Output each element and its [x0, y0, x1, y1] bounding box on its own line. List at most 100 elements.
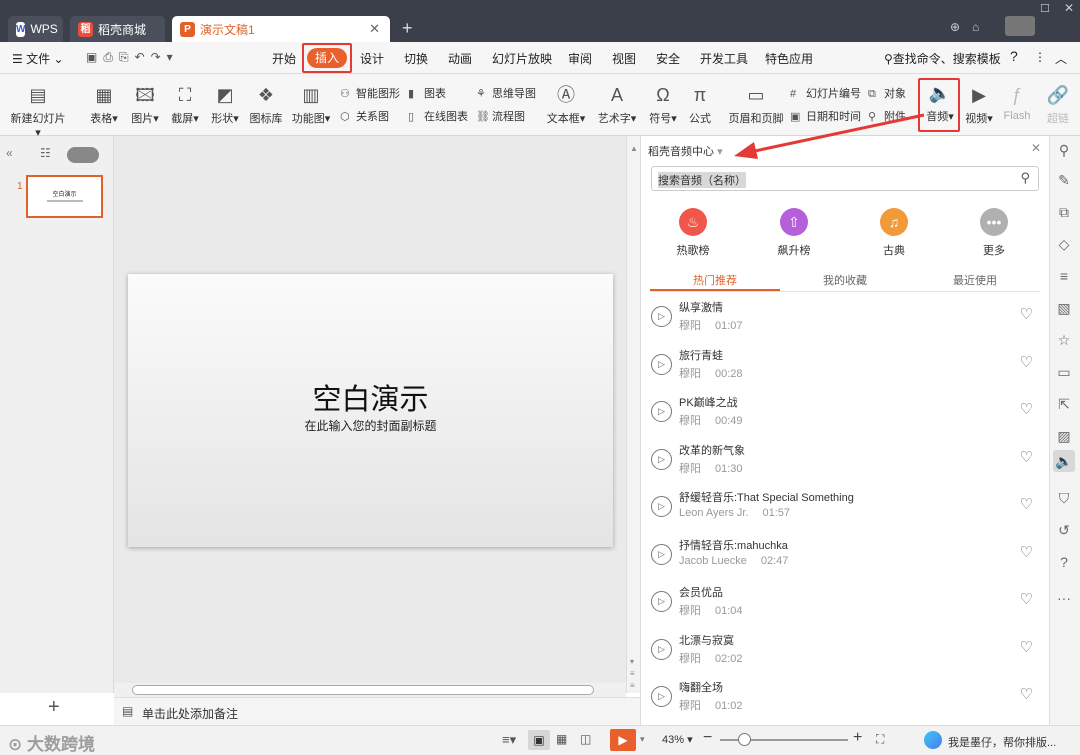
play-icon[interactable]: ▷: [651, 448, 672, 470]
tab-slideshow[interactable]: 幻灯片放映: [492, 50, 552, 67]
normal-view-icon[interactable]: ▣: [528, 730, 550, 750]
heart-icon[interactable]: ♡: [1020, 400, 1033, 418]
symbol-button[interactable]: Ω 符号▾: [647, 84, 679, 126]
hyperlink-button[interactable]: 🔗 超链: [1044, 84, 1072, 126]
zoom-in-icon[interactable]: +: [853, 729, 862, 747]
style-icon[interactable]: ✎: [1056, 172, 1072, 189]
flowchart-button[interactable]: ⛓ 流程图: [476, 108, 525, 124]
horizontal-scrollbar[interactable]: [114, 683, 626, 697]
slide-view-toggle[interactable]: [67, 147, 99, 163]
song-item[interactable]: ▷ 嗨翻全场 穆阳 01:02 ♡: [641, 674, 1041, 721]
notes-area[interactable]: ▤ 单击此处添加备注: [114, 697, 640, 725]
tab-docer-store[interactable]: 稻稻壳商城: [70, 16, 165, 42]
assistant-prompt[interactable]: 我是墨仔，帮你排版...: [948, 734, 1056, 750]
slide-number-button[interactable]: # 幻灯片编号: [790, 85, 861, 101]
classical-category[interactable]: ♫ 古典: [864, 208, 924, 258]
hot-songs-category[interactable]: ♨ 热歌榜: [663, 208, 723, 258]
video-button[interactable]: ▶ 视频▾: [962, 84, 996, 126]
play-icon[interactable]: ▷: [651, 496, 672, 517]
page-nav-icons[interactable]: ▾ ≡ ≡: [630, 656, 635, 692]
rising-category[interactable]: ⇧ 飙升榜: [764, 208, 824, 258]
textbox-button[interactable]: Ⓐ 文本框▾: [545, 84, 587, 126]
slide-title[interactable]: 空白演示: [128, 376, 613, 418]
function-chart-button[interactable]: ▥ 功能图▾: [290, 84, 332, 126]
zoom-slider-thumb[interactable]: [738, 733, 751, 746]
more-icon[interactable]: ⋮: [1034, 50, 1046, 64]
panel-title[interactable]: 稻壳音频中心 ▾: [648, 143, 723, 159]
mind-map-button[interactable]: ⚘ 思维导图: [476, 85, 536, 101]
song-item[interactable]: ▷ 改革的新气象 穆阳 01:30 ♡: [641, 437, 1041, 484]
command-search[interactable]: ⚲查找命令、搜索模板: [884, 50, 1001, 67]
close-window-icon[interactable]: ✕: [1064, 1, 1074, 15]
slide-thumbnail[interactable]: 空白演示: [26, 175, 103, 218]
fit-window-icon[interactable]: ⛶: [876, 732, 884, 747]
vertical-scrollbar[interactable]: ▲ ▾ ≡ ≡: [626, 136, 640, 693]
slide-subtitle[interactable]: 在此输入您的封面副标题: [128, 417, 613, 434]
outline-view-icon[interactable]: ☷: [40, 146, 51, 160]
slide[interactable]: 空白演示 在此输入您的封面副标题: [128, 274, 613, 547]
reading-view-icon[interactable]: ◫: [580, 732, 591, 746]
online-chart-button[interactable]: ▯ 在线图表: [408, 108, 468, 124]
history-icon[interactable]: ↺: [1056, 522, 1072, 539]
notes-toggle-icon[interactable]: ≡▾: [502, 732, 516, 748]
play-icon[interactable]: ▷: [651, 353, 672, 375]
audio-search-input[interactable]: 搜索音频（名称） ⚲: [651, 166, 1039, 191]
new-slide-button[interactable]: ▤ 新建幻灯片▾: [8, 84, 68, 139]
tab-transition[interactable]: 切换: [404, 50, 428, 67]
scroll-up-icon[interactable]: ▲: [630, 144, 638, 153]
table-button[interactable]: ▦ 表格▾: [88, 84, 120, 126]
collapse-panel-icon[interactable]: «: [6, 146, 13, 160]
song-item[interactable]: ▷ PK巅峰之战 穆阳 00:49 ♡: [641, 389, 1041, 436]
tab-security[interactable]: 安全: [656, 50, 680, 67]
layout-icon[interactable]: ▭: [1056, 364, 1072, 381]
sorter-view-icon[interactable]: ▦: [556, 732, 567, 746]
shape-format-icon[interactable]: ◇: [1056, 236, 1072, 253]
star-icon[interactable]: ☆: [1056, 332, 1072, 349]
art-text-button[interactable]: A 艺术字▾: [596, 84, 638, 126]
heart-icon[interactable]: ♡: [1020, 638, 1033, 656]
zoom-out-icon[interactable]: −: [703, 729, 712, 747]
object-button[interactable]: ⧉ 对象: [868, 85, 906, 101]
copy-icon[interactable]: ⧉: [1056, 204, 1072, 221]
quick-access-icons[interactable]: ▣⎙⎘↶↷▾: [86, 50, 179, 65]
close-panel-icon[interactable]: ✕: [1031, 141, 1041, 155]
help-icon[interactable]: ?: [1010, 48, 1018, 64]
shape-button[interactable]: ◩ 形状▾: [208, 84, 242, 126]
song-item[interactable]: ▷ 纵享激情 穆阳 01:07 ♡: [641, 294, 1041, 341]
tab-developer[interactable]: 开发工具: [700, 50, 748, 67]
heart-icon[interactable]: ♡: [1020, 685, 1033, 703]
image-edit-icon[interactable]: ▧: [1056, 300, 1072, 317]
file-menu[interactable]: ☰ 文件 ⌄: [12, 50, 64, 67]
smart-shape-button[interactable]: ⚇ 智能图形: [340, 85, 400, 101]
formula-button[interactable]: π 公式: [685, 84, 715, 126]
add-slide-icon[interactable]: +: [48, 696, 60, 719]
play-icon[interactable]: ▷: [651, 543, 672, 565]
tab-review[interactable]: 审阅: [568, 50, 592, 67]
collapse-ribbon-icon[interactable]: ︿: [1055, 50, 1067, 67]
tab-animation[interactable]: 动画: [448, 50, 472, 67]
share-icon[interactable]: ⇱: [1056, 396, 1072, 413]
heart-icon[interactable]: ♡: [1020, 495, 1033, 513]
tab-design[interactable]: 设计: [360, 50, 384, 67]
tab-hot-recommend[interactable]: 热门推荐: [650, 272, 780, 288]
avatar[interactable]: [1005, 16, 1035, 36]
heart-icon[interactable]: ♡: [1020, 448, 1033, 466]
pin-icon[interactable]: ⚲: [1056, 142, 1072, 159]
heart-icon[interactable]: ♡: [1020, 353, 1033, 371]
flash-button[interactable]: ƒ Flash: [1000, 84, 1034, 122]
assistant-avatar-icon[interactable]: [924, 731, 942, 749]
shield-icon[interactable]: ⛉: [1056, 490, 1072, 507]
heart-icon[interactable]: ♡: [1020, 590, 1033, 608]
play-icon[interactable]: ▷: [651, 401, 672, 422]
play-dropdown-icon[interactable]: ▾: [640, 734, 645, 745]
picture-button[interactable]: 🖾 图片▾: [128, 84, 162, 126]
tab-wps[interactable]: W WPS: [8, 16, 63, 42]
play-icon[interactable]: ▷: [651, 306, 672, 327]
close-tab-icon[interactable]: ✕: [369, 21, 380, 37]
play-icon[interactable]: ▷: [651, 638, 672, 660]
audio-panel-icon[interactable]: 🔈: [1053, 450, 1075, 472]
tab-recent[interactable]: 最近使用: [910, 272, 1040, 288]
tab-presentation1[interactable]: P 演示文稿1 ✕: [172, 16, 390, 42]
play-slideshow-button[interactable]: ▶: [610, 729, 636, 751]
search-icon[interactable]: ⚲: [1020, 170, 1030, 186]
